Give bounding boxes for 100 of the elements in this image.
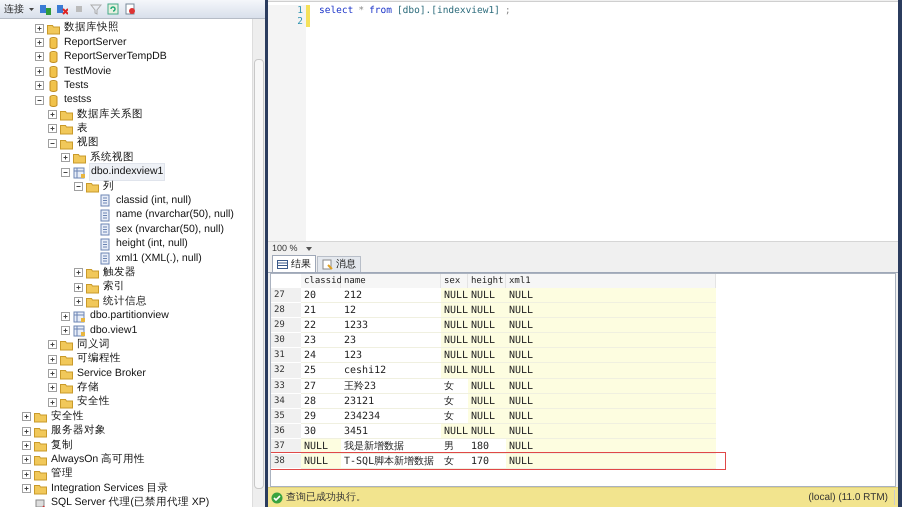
code-token: ; xyxy=(504,5,511,16)
table-cell: NULL xyxy=(506,288,716,304)
expand-icon[interactable] xyxy=(74,297,83,306)
server-connect-icon[interactable] xyxy=(39,3,51,15)
grid-icon xyxy=(277,258,288,270)
tree-item[interactable]: dbo.view1 xyxy=(89,322,138,338)
query-editor[interactable]: 1 2 select * from [dbo].[indexview1] ; xyxy=(268,1,898,241)
tree-item[interactable]: Integration Services 目录 xyxy=(50,480,170,497)
tree-item[interactable]: classid (int, null) xyxy=(115,193,192,209)
dropdown-caret-icon[interactable] xyxy=(306,246,312,250)
expand-icon[interactable] xyxy=(35,38,44,48)
connect-button[interactable]: 连接 xyxy=(4,2,24,16)
tree-item[interactable]: 管理 xyxy=(50,466,74,482)
tree-item[interactable]: 数据库关系图 xyxy=(76,106,144,122)
tree-item[interactable]: name (nvarchar(50), null) xyxy=(115,207,235,224)
result-tab[interactable]: 结果 xyxy=(272,255,316,272)
view-icon xyxy=(73,324,86,337)
tree-item[interactable]: 安全性 xyxy=(50,408,85,425)
table-cell: 12 xyxy=(341,303,441,318)
tree-item[interactable]: SQL Server 代理(已禁用代理 XP) xyxy=(50,495,210,507)
collapse-icon[interactable] xyxy=(35,96,44,105)
server-version: (local) (11.0 RTM) xyxy=(808,490,895,505)
report-icon[interactable] xyxy=(124,3,136,15)
scrollbar[interactable] xyxy=(252,19,265,507)
expand-icon[interactable] xyxy=(61,312,70,320)
tree-item[interactable]: 可编程性 xyxy=(76,351,122,368)
table-cell: NULL xyxy=(441,288,468,304)
tree-item[interactable]: ReportServerTempDB xyxy=(63,49,168,65)
tree-item[interactable]: TestMovie xyxy=(63,64,112,80)
tree-item[interactable]: Service Broker xyxy=(76,366,147,382)
tree-item[interactable]: testss xyxy=(63,92,92,108)
tree-item[interactable]: 同义词 xyxy=(76,336,111,353)
expand-icon[interactable] xyxy=(74,282,83,292)
collapse-icon[interactable] xyxy=(74,182,83,191)
expand-icon[interactable] xyxy=(22,426,31,436)
database-icon xyxy=(47,50,60,64)
tree-item[interactable]: 复制 xyxy=(50,438,74,454)
collapse-icon[interactable] xyxy=(61,168,70,177)
tree-item[interactable]: dbo.indexview1 xyxy=(89,163,166,181)
column-header[interactable]: classid xyxy=(301,274,341,288)
server-disconnect-icon[interactable] xyxy=(56,3,68,15)
expand-icon[interactable] xyxy=(48,383,57,392)
table-cell: NULL xyxy=(441,424,468,439)
expand-icon[interactable] xyxy=(61,326,70,335)
expand-icon[interactable] xyxy=(22,484,31,494)
expand-icon[interactable] xyxy=(48,124,57,134)
dropdown-caret-icon[interactable] xyxy=(29,8,34,10)
tree-item[interactable]: 服务器对象 xyxy=(50,423,107,440)
collapse-icon[interactable] xyxy=(48,138,57,148)
zoom-level[interactable]: 100 % xyxy=(272,242,298,256)
table-cell: NULL xyxy=(468,363,506,379)
row-number: 33 xyxy=(271,378,301,394)
table-cell: 30 xyxy=(301,424,341,439)
expand-icon[interactable] xyxy=(35,52,44,62)
column-header[interactable]: sex xyxy=(441,274,468,288)
column-icon xyxy=(99,208,112,222)
tree-item[interactable]: 统计信息 xyxy=(102,294,148,310)
expand-icon[interactable] xyxy=(22,412,31,422)
expand-icon[interactable] xyxy=(22,441,31,450)
expand-icon[interactable] xyxy=(48,340,57,350)
column-header[interactable]: height xyxy=(468,274,506,288)
expand-icon[interactable] xyxy=(74,268,83,278)
column-header[interactable]: name xyxy=(341,274,441,288)
tree-item[interactable]: xml1 (XML(.), null) xyxy=(115,250,203,266)
expand-icon[interactable] xyxy=(48,369,57,378)
tree-item[interactable]: sex (nvarchar(50), null) xyxy=(115,222,225,238)
expand-icon[interactable] xyxy=(35,66,44,76)
tree-item[interactable]: height (int, null) xyxy=(115,236,189,252)
code-token: * xyxy=(358,5,364,16)
expand-icon[interactable] xyxy=(61,153,70,162)
table-cell: NULL xyxy=(468,303,506,318)
expand-icon[interactable] xyxy=(48,110,57,120)
folder-icon xyxy=(60,367,73,380)
table-cell: NULL xyxy=(441,363,468,379)
table-cell: NULL xyxy=(506,378,716,394)
tree-item[interactable]: ReportServer xyxy=(63,34,128,50)
refresh-icon[interactable] xyxy=(107,3,119,15)
table-cell: 王羚23 xyxy=(341,378,441,394)
expand-icon[interactable] xyxy=(48,354,57,364)
tree-item[interactable]: 列 xyxy=(102,178,115,194)
table-cell: NULL xyxy=(506,348,716,364)
tree-item[interactable]: AlwaysOn 高可用性 xyxy=(50,452,146,468)
expand-icon[interactable] xyxy=(35,81,44,90)
tree-item[interactable]: 索引 xyxy=(102,279,126,296)
tree-item[interactable]: 存储 xyxy=(76,380,100,396)
tree-item[interactable]: 系统视图 xyxy=(89,150,135,166)
tree-item[interactable]: 触发器 xyxy=(102,264,137,281)
expand-icon[interactable] xyxy=(22,455,31,464)
table-cell: NULL xyxy=(506,408,716,424)
tree-item[interactable]: 表 xyxy=(76,121,89,137)
result-tab[interactable]: 消息 xyxy=(317,256,361,272)
tree-item[interactable]: 安全性 xyxy=(76,394,111,410)
expand-icon[interactable] xyxy=(35,24,44,33)
expand-icon[interactable] xyxy=(48,398,57,407)
expand-icon[interactable] xyxy=(22,470,31,479)
tree-item[interactable]: dbo.partitionview xyxy=(89,308,170,324)
tree-item[interactable]: Tests xyxy=(63,78,90,94)
tree-item[interactable]: 视图 xyxy=(76,135,100,152)
tree-item[interactable]: 数据库快照 xyxy=(63,20,120,36)
column-header[interactable]: xml1 xyxy=(506,274,716,288)
